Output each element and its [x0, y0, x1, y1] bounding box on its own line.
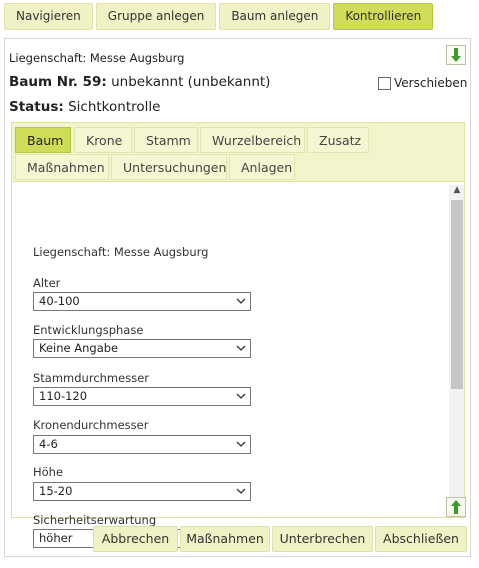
hoehe-select[interactable]: 15-20 — [33, 482, 251, 501]
kronendurchmesser-label: Kronendurchmesser — [33, 418, 149, 432]
top-navigation: Navigieren Gruppe anlegen Baum anlegen K… — [4, 3, 434, 30]
stammdurchmesser-label: Stammdurchmesser — [33, 371, 149, 385]
nav-kontrollieren-button[interactable]: Kontrollieren — [333, 3, 434, 30]
entwicklungsphase-label: Entwicklungsphase — [33, 323, 144, 337]
tab-krone[interactable]: Krone — [74, 127, 132, 153]
alter-value: 40-100 — [39, 294, 80, 308]
chevron-down-icon — [236, 488, 246, 494]
chevron-down-icon — [236, 345, 246, 351]
scrollbar-thumb[interactable] — [451, 200, 463, 389]
main-panel: Liegenschaft: Messe Augsburg Baum Nr. 59… — [4, 38, 471, 557]
massnahmen-button[interactable]: Maßnahmen — [180, 526, 270, 552]
property-line: Liegenschaft: Messe Augsburg — [9, 51, 185, 65]
stammdurchmesser-select[interactable]: 110-120 — [33, 387, 251, 406]
status-label: Status: — [9, 99, 64, 115]
chevron-down-icon — [236, 393, 246, 399]
tab-massnahmen[interactable]: Maßnahmen — [15, 154, 109, 180]
tab-stamm[interactable]: Stamm — [134, 127, 198, 153]
tab-container: Baum Krone Stamm Wurzelbereich Zusatz Ma… — [11, 122, 465, 548]
scroll-down-button[interactable] — [446, 45, 466, 65]
abschliessen-button[interactable]: Abschließen — [375, 526, 467, 552]
status-value: Sichtkontrolle — [68, 99, 161, 115]
tree-number-label: Baum Nr. 59: — [9, 74, 107, 90]
form-property-line: Liegenschaft: Messe Augsburg — [33, 245, 209, 259]
sicherheitserwartung-value: höher — [39, 531, 73, 545]
scroll-up-arrow-icon[interactable]: ▲ — [451, 185, 463, 199]
nav-navigieren-button[interactable]: Navigieren — [4, 3, 93, 30]
tab-wurzelbereich[interactable]: Wurzelbereich — [200, 127, 305, 153]
scroll-up-button[interactable] — [446, 497, 466, 517]
tab-zusatz[interactable]: Zusatz — [307, 127, 369, 153]
form-scrollbar[interactable]: ▲ — [449, 185, 464, 517]
chevron-down-icon — [236, 441, 246, 447]
tree-number-line: Baum Nr. 59: unbekannt (unbekannt) — [9, 74, 270, 90]
move-label: Verschieben — [394, 76, 468, 90]
entwicklungsphase-value: Keine Angabe — [39, 341, 119, 355]
entwicklungsphase-select[interactable]: Keine Angabe — [33, 339, 251, 358]
stammdurchmesser-value: 110-120 — [39, 389, 88, 403]
kronendurchmesser-select[interactable]: 4-6 — [33, 435, 251, 454]
kronendurchmesser-value: 4-6 — [39, 437, 58, 451]
abbrechen-button[interactable]: Abbrechen — [93, 526, 178, 552]
status-line: Status: Sichtkontrolle — [9, 99, 160, 115]
sicherheitserwartung-label: Sicherheitserwartung — [33, 513, 157, 527]
nav-baum-anlegen-button[interactable]: Baum anlegen — [219, 3, 331, 30]
hoehe-label: Höhe — [33, 465, 64, 479]
nav-gruppe-anlegen-button[interactable]: Gruppe anlegen — [95, 3, 217, 30]
alter-label: Alter — [33, 276, 61, 290]
alter-select[interactable]: 40-100 — [33, 292, 251, 311]
tab-anlagen[interactable]: Anlagen — [229, 154, 295, 180]
move-checkbox[interactable] — [378, 76, 391, 90]
arrow-down-icon — [451, 48, 461, 62]
move-checkbox-group[interactable]: Verschieben — [378, 76, 467, 90]
chevron-down-icon — [236, 298, 246, 304]
tree-number-value: unbekannt (unbekannt) — [111, 74, 271, 90]
tab-untersuchungen[interactable]: Untersuchungen — [111, 154, 227, 180]
hoehe-value: 15-20 — [39, 484, 73, 498]
tab-baum[interactable]: Baum — [15, 127, 71, 153]
unterbrechen-button[interactable]: Unterbrechen — [272, 526, 373, 552]
arrow-up-icon — [451, 500, 461, 514]
